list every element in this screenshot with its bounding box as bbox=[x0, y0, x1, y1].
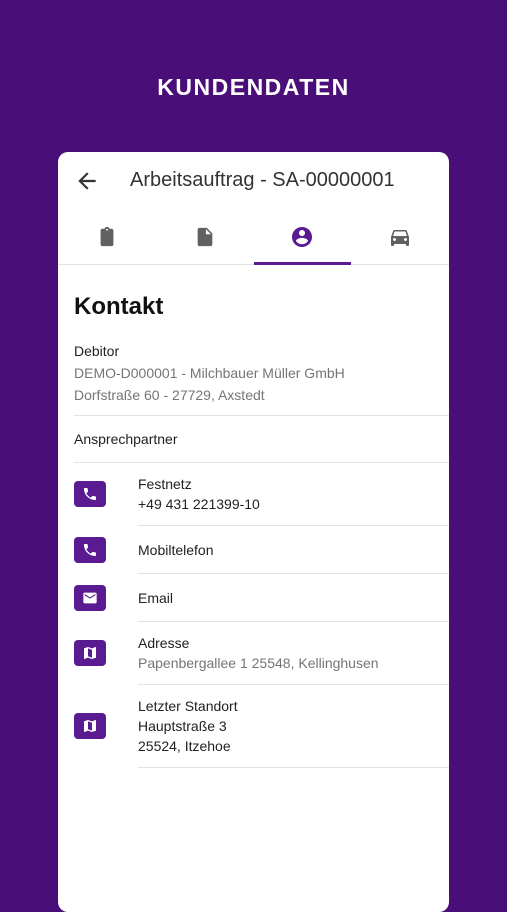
account-circle-icon bbox=[292, 227, 313, 247]
address-text: Adresse Papenbergallee 1 25548, Kellingh… bbox=[138, 633, 379, 673]
tab-vehicle[interactable] bbox=[351, 210, 449, 264]
debitor-name: DEMO-D000001 - Milchbauer Müller GmbH bbox=[74, 365, 345, 381]
debitor-block: Debitor DEMO-D000001 - Milchbauer Müller… bbox=[74, 343, 449, 403]
last-location-street: Hauptstraße 3 bbox=[138, 718, 227, 734]
landline-value: +49 431 221399-10 bbox=[138, 496, 260, 512]
mobile-label: Mobiltelefon bbox=[138, 541, 214, 558]
app-bar: Arbeitsauftrag - SA-00000001 bbox=[58, 152, 449, 210]
landline-label: Festnetz bbox=[138, 476, 192, 492]
phone-icon[interactable] bbox=[74, 481, 106, 507]
mail-icon[interactable] bbox=[74, 584, 106, 611]
email-row[interactable]: Email bbox=[74, 574, 449, 621]
last-location-label: Letzter Standort bbox=[138, 698, 238, 714]
landline-row[interactable]: Festnetz +49 431 221399-10 bbox=[74, 463, 449, 525]
map-icon[interactable] bbox=[74, 640, 106, 666]
last-location-text: Letzter Standort Hauptstraße 3 25524, It… bbox=[138, 696, 238, 756]
document-icon bbox=[197, 227, 212, 247]
screen-title: KUNDENDATEN bbox=[157, 74, 350, 100]
divider bbox=[138, 767, 449, 768]
debitor-label: Debitor bbox=[74, 343, 120, 359]
tab-bar bbox=[58, 210, 449, 265]
mobile-row[interactable]: Mobiltelefon bbox=[74, 526, 449, 573]
map-icon[interactable] bbox=[74, 713, 106, 739]
back-arrow-icon[interactable] bbox=[74, 168, 100, 194]
email-text: Email bbox=[138, 588, 173, 608]
work-order-card: Arbeitsauftrag - SA-00000001 Kontakt Deb… bbox=[58, 152, 449, 912]
email-label: Email bbox=[138, 589, 174, 606]
clipboard-icon bbox=[100, 226, 114, 247]
tab-documents[interactable] bbox=[156, 210, 254, 264]
tab-order[interactable] bbox=[58, 210, 156, 264]
section-title: Kontakt bbox=[74, 293, 164, 320]
address-row[interactable]: Adresse Papenbergallee 1 25548, Kellingh… bbox=[74, 622, 449, 684]
last-location-row[interactable]: Letzter Standort Hauptstraße 3 25524, It… bbox=[74, 685, 449, 767]
phone-icon[interactable] bbox=[74, 536, 106, 563]
car-icon bbox=[391, 230, 410, 246]
address-value: Papenbergallee 1 25548, Kellinghusen bbox=[138, 655, 379, 671]
contact-person-header: Ansprechpartner bbox=[74, 416, 449, 462]
debitor-address: Dorfstraße 60 - 27729, Axstedt bbox=[74, 387, 265, 403]
contact-person-label: Ansprechpartner bbox=[74, 431, 178, 447]
page-title: Arbeitsauftrag - SA-00000001 bbox=[130, 169, 395, 191]
tab-customer[interactable] bbox=[253, 210, 352, 265]
last-location-city: 25524, Itzehoe bbox=[138, 738, 231, 754]
mobile-text: Mobiltelefon bbox=[138, 540, 214, 560]
address-label: Adresse bbox=[138, 635, 190, 651]
landline-text: Festnetz +49 431 221399-10 bbox=[138, 474, 260, 514]
contact-content: Kontakt Debitor DEMO-D000001 - Milchbaue… bbox=[58, 293, 449, 768]
